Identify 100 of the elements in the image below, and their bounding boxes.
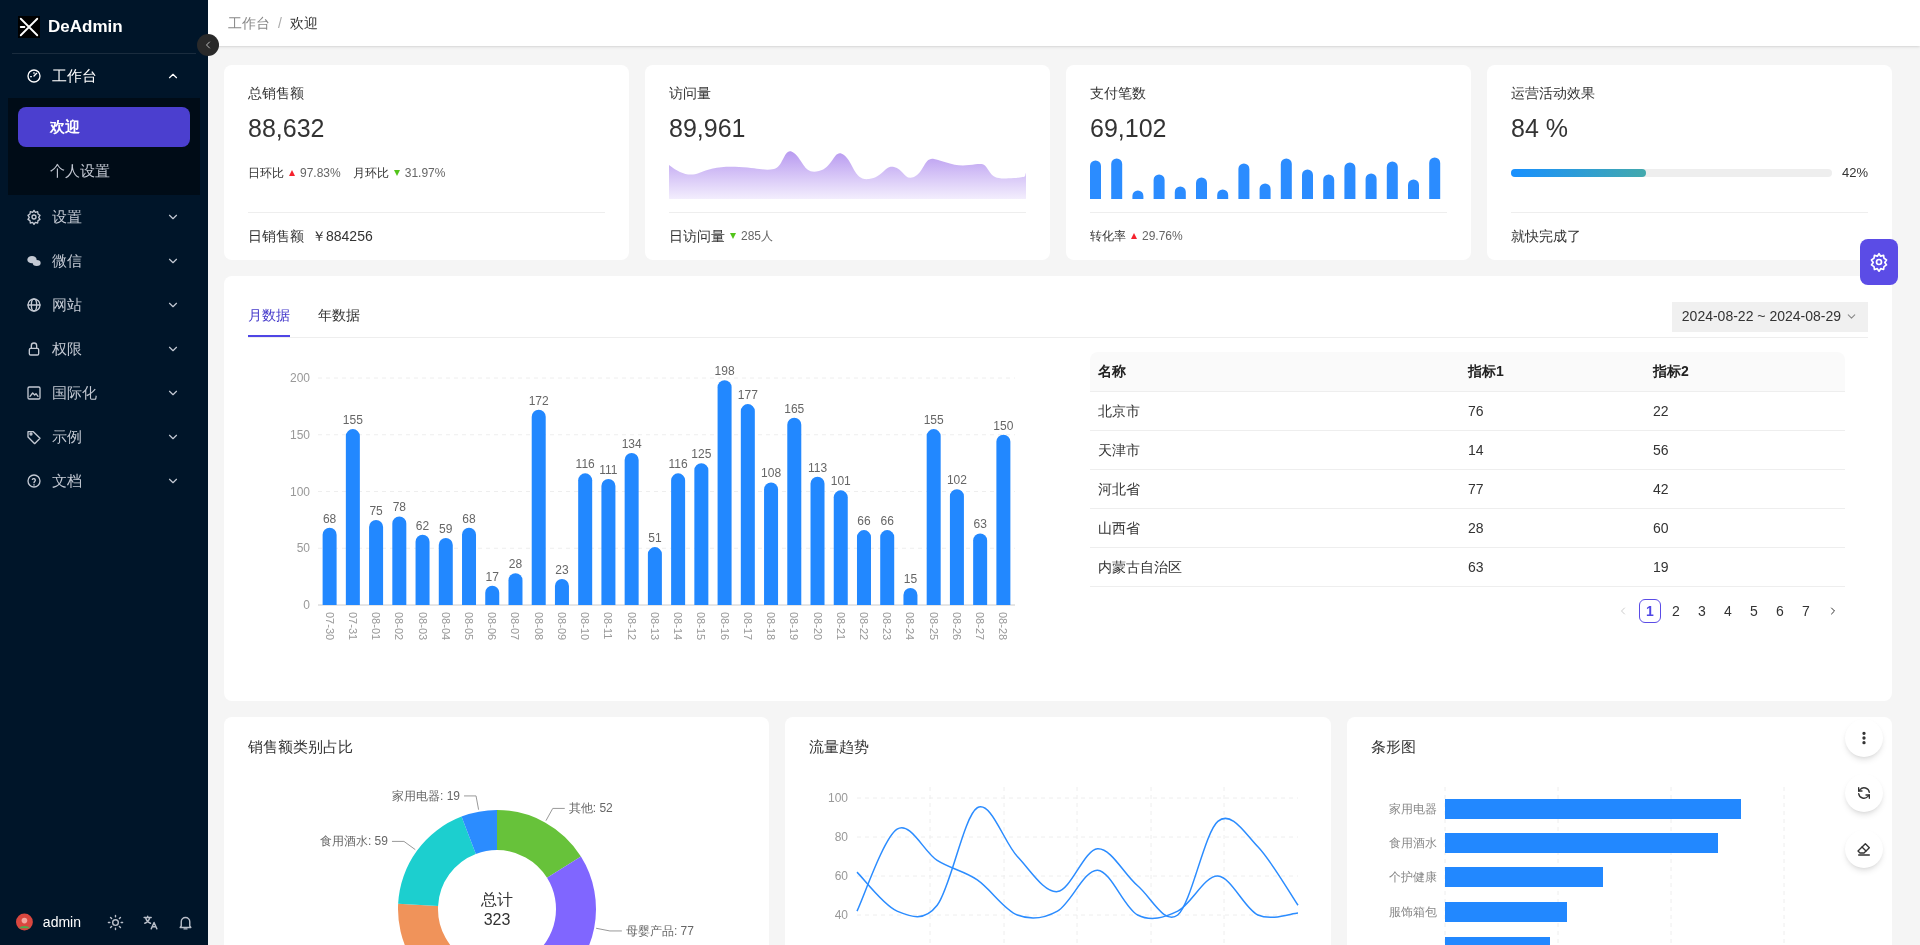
axis-tick-label: 家用电器 xyxy=(1388,802,1437,816)
mini-bar xyxy=(1217,189,1229,199)
chart-bar xyxy=(647,547,662,605)
bar-value-label: 59 xyxy=(439,522,453,537)
bar-value-label: 23 xyxy=(555,562,569,577)
mini-bar xyxy=(1323,174,1335,199)
page-button[interactable]: 3 xyxy=(1691,599,1713,623)
page-button[interactable]: 6 xyxy=(1769,599,1791,623)
axis-tick-label: 100 xyxy=(289,484,310,499)
page-button[interactable]: 2 xyxy=(1665,599,1687,623)
panel-title: 销售额类别占比 xyxy=(248,737,353,757)
table-cell-text: 63 xyxy=(1467,557,1485,577)
page-button[interactable]: 1 xyxy=(1639,599,1661,623)
menu-item[interactable]: 示例 xyxy=(0,415,208,459)
breadcrumb-link[interactable]: 工作台 xyxy=(228,12,270,34)
menu-item[interactable]: 网站 xyxy=(0,283,208,327)
chart-bar xyxy=(415,534,430,605)
axis-tick-label: 食用酒水 xyxy=(1388,836,1437,850)
card-value: 84 % xyxy=(1511,113,1569,144)
slice-label: 其他: 52 xyxy=(568,801,613,816)
column-header: 名称 xyxy=(1097,362,1127,381)
bar-value-label: 116 xyxy=(575,457,595,472)
column-header: 指标2 xyxy=(1651,362,1690,381)
slice-label: 母婴产品: 77 xyxy=(625,923,694,938)
bar-value-label: 134 xyxy=(621,436,642,451)
menu-item[interactable]: 权限 xyxy=(0,327,208,371)
bar-value-label: 51 xyxy=(648,531,662,546)
footer-label: 日访问量 xyxy=(669,226,725,246)
mini-bar xyxy=(1174,186,1186,199)
mini-bar xyxy=(1302,169,1313,199)
breadcrumb-separator: / xyxy=(278,13,282,33)
stat-label: 日环比 xyxy=(248,165,284,182)
bar-value-label: 63 xyxy=(973,517,987,532)
table-cell-text: 22 xyxy=(1652,401,1670,421)
card-title: 总销售额 xyxy=(248,84,305,103)
chart-bar xyxy=(485,585,500,605)
translate-button[interactable] xyxy=(142,913,159,931)
theme-sun-button[interactable] xyxy=(107,913,124,931)
panel-title: 流量趋势 xyxy=(809,737,870,757)
mini-bar xyxy=(1259,183,1271,199)
image-icon xyxy=(26,385,42,401)
page-button[interactable]: 4 xyxy=(1717,599,1739,623)
globe-icon xyxy=(26,297,42,313)
card-value: 69,102 xyxy=(1090,113,1168,144)
axis-tick-label: 08-21 xyxy=(834,612,847,641)
lock-icon xyxy=(26,341,42,357)
menu-item[interactable]: 国际化 xyxy=(0,371,208,415)
settings-icon xyxy=(26,209,42,225)
axis-tick-label: 08-03 xyxy=(416,612,429,641)
bar-value-label: 125 xyxy=(691,447,712,462)
menu-item[interactable]: 设置 xyxy=(0,195,208,239)
menu-item[interactable]: 文档 xyxy=(0,459,208,503)
table-cell-text: 内蒙古自治区 xyxy=(1097,557,1183,577)
axis-tick-label: 80 xyxy=(834,830,849,844)
axis-tick-label: 08-04 xyxy=(439,612,452,641)
bar-value-label: 66 xyxy=(857,514,871,529)
chart-bar xyxy=(508,573,523,605)
page-button[interactable]: 7 xyxy=(1795,599,1817,623)
settings-icon xyxy=(1869,252,1889,272)
axis-tick-label: 08-14 xyxy=(672,612,685,641)
logo-icon xyxy=(18,15,40,38)
footer-label: 就快完成了 xyxy=(1511,226,1581,246)
submenu-item[interactable]: 欢迎 xyxy=(18,107,190,147)
donut-center-value: 323 xyxy=(483,911,511,928)
mini-bar xyxy=(1090,160,1101,199)
user-name: admin xyxy=(42,912,81,932)
card-title: 访问量 xyxy=(669,84,712,103)
mini-bar xyxy=(1111,158,1123,199)
table-cell-text: 42 xyxy=(1652,479,1670,499)
mini-bar xyxy=(1365,173,1377,199)
axis-tick-label: 08-13 xyxy=(648,612,661,641)
menu-item[interactable]: 微信 xyxy=(0,239,208,283)
axis-tick-label: 08-25 xyxy=(927,612,940,641)
axis-tick-label: 服饰箱包 xyxy=(1388,905,1437,919)
bar-value-label: 108 xyxy=(761,466,782,481)
stat-label: 月环比 xyxy=(352,165,389,182)
card-value: 89,961 xyxy=(669,113,747,144)
axis-tick-label: 08-10 xyxy=(579,612,592,641)
table-cell-text: 14 xyxy=(1467,440,1485,460)
date-range-picker[interactable]: 2024-08-22 ~ 2024-08-29 xyxy=(1671,301,1868,332)
table-cell-text: 河北省 xyxy=(1097,479,1141,499)
settings-button[interactable] xyxy=(1860,239,1898,285)
tab[interactable]: 年数据 xyxy=(318,296,360,337)
bar-value-label: 15 xyxy=(903,571,918,586)
bar-value-label: 198 xyxy=(714,364,735,379)
axis-tick-label: 08-26 xyxy=(950,612,963,641)
tab[interactable]: 月数据 xyxy=(248,296,290,337)
stat-value: 31.97% xyxy=(404,165,446,182)
menu-item[interactable]: 工作台 xyxy=(0,54,208,98)
mini-bar xyxy=(1196,177,1207,199)
bar-value-label: 66 xyxy=(880,514,894,529)
submenu-item[interactable]: 个人设置 xyxy=(18,151,190,191)
axis-tick-label: 08-17 xyxy=(741,612,754,641)
axis-tick-label: 08-24 xyxy=(904,612,917,641)
column-header: 指标1 xyxy=(1466,362,1505,381)
chat-icon xyxy=(26,253,42,269)
page-button[interactable]: 5 xyxy=(1743,599,1765,623)
bar-value-label: 116 xyxy=(668,457,688,472)
axis-tick-label: 08-28 xyxy=(997,612,1010,641)
mini-bar xyxy=(1429,157,1441,199)
